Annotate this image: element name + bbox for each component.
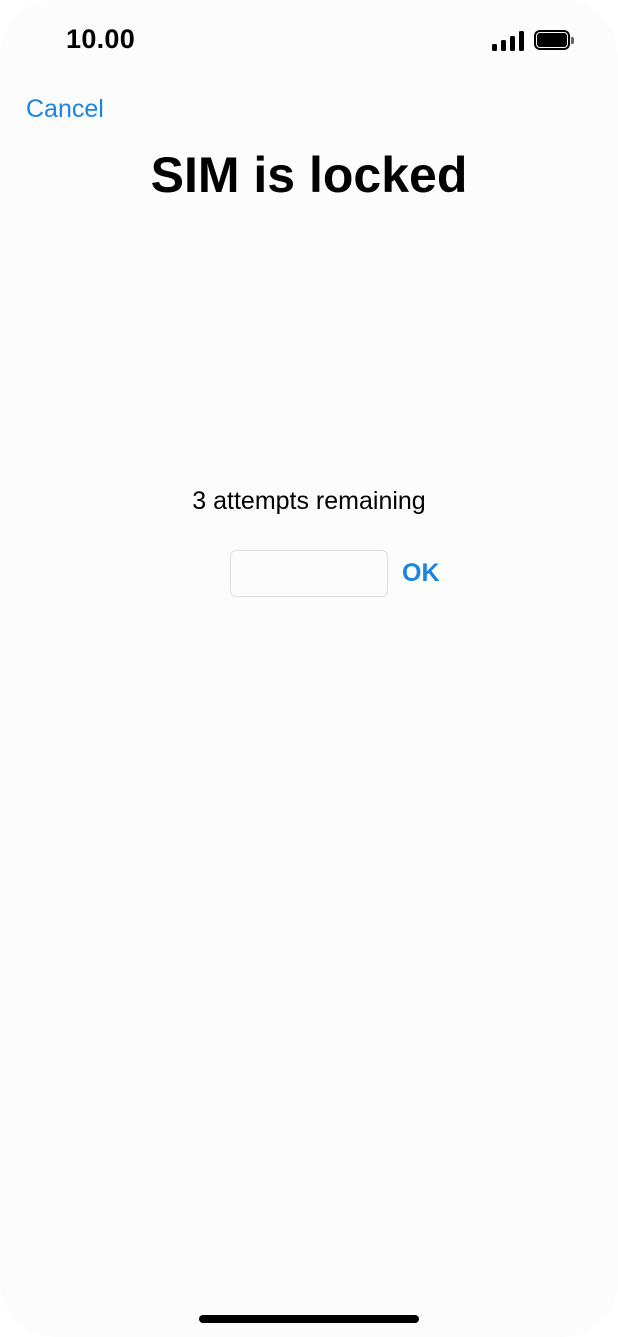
status-bar: 10.00	[0, 0, 618, 84]
signal-bar	[519, 31, 524, 51]
battery-full-icon	[534, 30, 576, 52]
home-indicator[interactable]	[199, 1315, 419, 1323]
phone-screen: 10.00 Cancel SIM is locked 3 attempts re…	[0, 0, 618, 1337]
attempts-remaining-text: 3 attempts remaining	[192, 487, 426, 515]
signal-bar	[492, 44, 497, 51]
cellular-signal-icon	[492, 31, 524, 51]
ok-button[interactable]: OK	[402, 559, 440, 588]
status-time: 10.00	[66, 24, 136, 54]
battery-nub	[571, 37, 574, 44]
cancel-button[interactable]: Cancel	[26, 95, 104, 124]
battery-fill	[537, 33, 567, 47]
page-title: SIM is locked	[150, 147, 468, 203]
signal-bar	[510, 36, 515, 51]
sim-pin-input[interactable]	[230, 550, 388, 597]
signal-bar	[501, 40, 506, 51]
